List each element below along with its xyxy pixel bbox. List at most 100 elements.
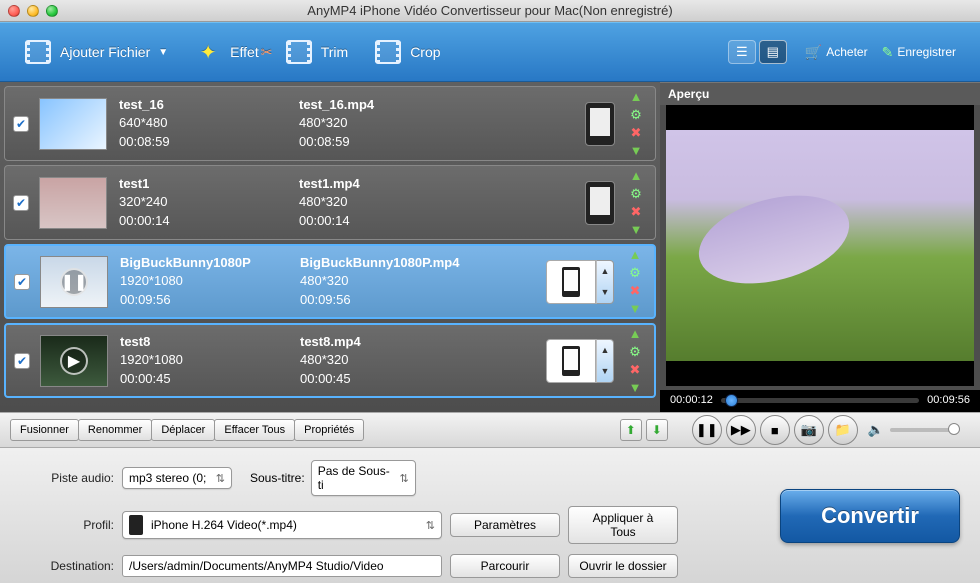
pause-button[interactable]: ❚❚ (692, 415, 722, 445)
select-arrows-icon: ⇅ (426, 519, 435, 532)
remove-icon[interactable]: ✖ (628, 125, 644, 141)
select-arrows-icon: ⇅ (216, 472, 225, 485)
volume-knob[interactable] (948, 423, 960, 435)
view-detail-button[interactable]: ▤ (759, 40, 787, 64)
source-resolution: 1920*1080 (120, 272, 300, 290)
move-button[interactable]: Déplacer (151, 419, 215, 441)
device-icon (129, 515, 143, 535)
file-name: test_16 (119, 96, 299, 114)
minimize-icon[interactable] (27, 5, 39, 17)
file-list: ✔ test_16 640*480 00:08:59 test_16.mp4 4… (0, 82, 660, 412)
move-up-icon[interactable]: ▲ (627, 247, 643, 263)
output-duration: 00:00:45 (300, 370, 480, 388)
volume-slider[interactable] (890, 428, 960, 432)
destination-input[interactable]: /Users/admin/Documents/AnyMP4 Studio/Vid… (122, 555, 442, 577)
close-icon[interactable] (8, 5, 20, 17)
clear-all-button[interactable]: Effacer Tous (214, 419, 295, 441)
list-move-down-button[interactable]: ⬇ (646, 419, 668, 441)
device-icon (562, 267, 580, 297)
remove-icon[interactable]: ✖ (628, 204, 644, 220)
move-down-icon[interactable]: ▼ (627, 301, 643, 317)
file-row[interactable]: ✔ test_16 640*480 00:08:59 test_16.mp4 4… (4, 86, 656, 161)
settings-button[interactable]: Paramètres (450, 513, 560, 537)
device-picker[interactable]: ▲▼ (546, 260, 614, 304)
audio-track-select[interactable]: mp3 stereo (0; ⇅ (122, 467, 232, 489)
output-name: test8.mp4 (300, 333, 480, 351)
film-crop-icon (375, 40, 401, 64)
file-row[interactable]: ✔ ❚❚ BigBuckBunny1080P 1920*1080 00:09:5… (4, 244, 656, 319)
subtitle-select[interactable]: Pas de Sous-ti ⇅ (311, 460, 416, 496)
buy-link[interactable]: 🛒 Acheter (805, 44, 868, 61)
open-snapshot-folder-button[interactable]: 📁 (828, 415, 858, 445)
remove-icon[interactable]: ✖ (627, 362, 643, 378)
crop-button[interactable]: Crop (360, 32, 452, 72)
seek-slider[interactable] (721, 398, 919, 403)
stepper-up-icon[interactable]: ▲ (597, 340, 613, 361)
open-folder-button[interactable]: Ouvrir le dossier (568, 554, 678, 578)
view-list-button[interactable]: ☰ (728, 40, 756, 64)
trim-button[interactable]: ✂ Trim (271, 32, 360, 72)
toolbar: Ajouter Fichier ▼ ✦ Effet ✂ Trim Crop ☰ … (0, 22, 980, 82)
add-file-button[interactable]: Ajouter Fichier ▼ (10, 32, 180, 72)
profile-select[interactable]: iPhone H.264 Video(*.mp4) ⇅ (122, 511, 442, 539)
convert-label: Convertir (821, 503, 919, 529)
list-move-up-button[interactable]: ⬆ (620, 419, 642, 441)
checkbox[interactable]: ✔ (14, 274, 30, 290)
preview-video[interactable] (666, 105, 974, 386)
next-button[interactable]: ▶▶ (726, 415, 756, 445)
move-up-icon[interactable]: ▲ (628, 89, 644, 105)
crop-label: Crop (410, 44, 440, 60)
output-name: BigBuckBunny1080P.mp4 (300, 254, 480, 272)
gear-icon[interactable]: ⚙ (628, 186, 644, 202)
buy-label: Acheter (826, 45, 867, 59)
gear-icon[interactable]: ⚙ (627, 265, 643, 281)
device-picker[interactable]: ▲▼ (546, 339, 614, 383)
checkbox[interactable]: ✔ (13, 116, 29, 132)
magic-wand-icon: ✦ (192, 38, 224, 66)
apply-all-button[interactable]: Appliquer à Tous (568, 506, 678, 544)
checkbox[interactable]: ✔ (13, 195, 29, 211)
file-row[interactable]: ✔ test1 320*240 00:00:14 test1.mp4 480*3… (4, 165, 656, 240)
stepper-down-icon[interactable]: ▼ (597, 361, 613, 382)
source-duration: 00:09:56 (120, 291, 300, 309)
stepper-up-icon[interactable]: ▲ (597, 261, 613, 282)
browse-button[interactable]: Parcourir (450, 554, 560, 578)
output-duration: 00:08:59 (299, 133, 479, 151)
file-row[interactable]: ✔ ▶ test8 1920*1080 00:00:45 test8.mp4 4… (4, 323, 656, 398)
remove-icon[interactable]: ✖ (627, 283, 643, 299)
output-resolution: 480*320 (300, 351, 480, 369)
stop-button[interactable]: ■ (760, 415, 790, 445)
move-down-icon[interactable]: ▼ (628, 143, 644, 159)
merge-button[interactable]: Fusionner (10, 419, 79, 441)
source-duration: 00:00:14 (119, 212, 299, 230)
preview-panel: Aperçu 00:00:12 00:09:56 (660, 82, 980, 412)
checkbox[interactable]: ✔ (14, 353, 30, 369)
rename-button[interactable]: Renommer (78, 419, 152, 441)
properties-button[interactable]: Propriétés (294, 419, 364, 441)
output-duration: 00:00:14 (299, 212, 479, 230)
subtitle-label: Sous-titre: (250, 471, 305, 485)
move-down-icon[interactable]: ▼ (628, 222, 644, 238)
effect-button[interactable]: ✦ Effet (180, 32, 271, 72)
gear-icon[interactable]: ⚙ (628, 107, 644, 123)
gear-icon[interactable]: ⚙ (627, 344, 643, 360)
play-icon: ▶ (60, 347, 88, 375)
seek-knob[interactable] (725, 394, 738, 407)
move-down-icon[interactable]: ▼ (627, 380, 643, 396)
move-up-icon[interactable]: ▲ (628, 168, 644, 184)
move-up-icon[interactable]: ▲ (627, 326, 643, 342)
preview-timeline: 00:00:12 00:09:56 (660, 390, 980, 412)
preview-label: Aperçu (660, 82, 980, 105)
register-link[interactable]: ✎ Enregistrer (882, 44, 956, 61)
output-name: test1.mp4 (299, 175, 479, 193)
convert-button[interactable]: Convertir (780, 489, 960, 543)
output-resolution: 480*320 (299, 114, 479, 132)
output-resolution: 480*320 (300, 272, 480, 290)
output-resolution: 480*320 (299, 193, 479, 211)
device-icon (585, 181, 615, 225)
snapshot-button[interactable]: 📷 (794, 415, 824, 445)
stepper-down-icon[interactable]: ▼ (597, 282, 613, 303)
zoom-icon[interactable] (46, 5, 58, 17)
file-name: BigBuckBunny1080P (120, 254, 300, 272)
device-icon (585, 102, 615, 146)
